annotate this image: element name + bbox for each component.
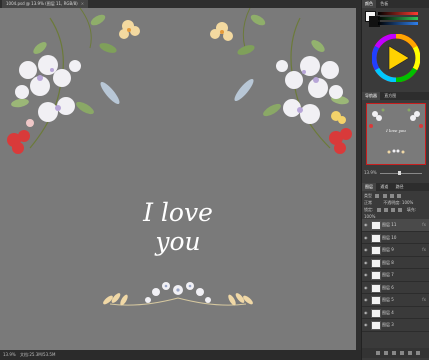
tab-navigator[interactable]: 导航器 [362, 92, 380, 100]
layer-thumbnail [371, 233, 381, 243]
close-tab-icon[interactable]: × [81, 1, 84, 6]
layer-name: 图层 8 [382, 259, 394, 265]
document-tab-bar: 1004.psd @ 13.9% (图层 11, RGB/8) × [0, 0, 361, 8]
layer-row[interactable]: ◉ 图层 3 [362, 319, 429, 332]
visibility-eye-icon[interactable]: ◉ [364, 310, 368, 315]
layer-row[interactable]: ◉ 图层 10 [362, 232, 429, 244]
link-layers-icon[interactable] [376, 351, 380, 355]
navigator-thumb-text: I love you [386, 128, 406, 133]
fill-label: 填充: [406, 207, 417, 212]
tab-channels[interactable]: 通道 [377, 184, 391, 189]
layer-thumbnail [371, 308, 381, 318]
layer-fx-icon[interactable]: fx [422, 297, 426, 302]
navigator-panel-header: 导航器 直方图 [362, 92, 429, 100]
status-doc-size: 文档:25.3M/53.5M [20, 352, 56, 357]
filter-type-icon[interactable] [389, 194, 394, 198]
layer-row[interactable]: ◉ 图层 8 [362, 257, 429, 269]
visibility-eye-icon[interactable]: ◉ [364, 285, 368, 290]
layer-name: 图层 4 [382, 309, 394, 315]
lock-all-icon[interactable] [398, 208, 403, 212]
visibility-eye-icon[interactable]: ◉ [364, 222, 368, 227]
lock-transparent-icon[interactable] [376, 208, 381, 212]
layer-thumbnail [371, 221, 381, 230]
red-slider[interactable] [378, 12, 418, 15]
tab-histogram[interactable]: 直方图 [381, 93, 399, 98]
navigator-zoom-knob[interactable] [398, 171, 401, 175]
layers-blend-row: 正常 不透明度: 100% [364, 199, 428, 206]
layer-name: 图层 3 [382, 322, 394, 327]
tab-layers[interactable]: 图层 [362, 183, 376, 191]
visibility-eye-icon[interactable]: ◉ [364, 272, 368, 277]
layer-row[interactable]: ◉ 图层 6 [362, 282, 429, 294]
navigator-thumbnail-art [369, 108, 423, 154]
layer-thumbnail [371, 296, 381, 305]
add-style-icon[interactable] [384, 351, 388, 355]
document-tab[interactable]: 1004.psd @ 13.9% (图层 11, RGB/8) × [2, 0, 89, 8]
lock-image-icon[interactable] [383, 208, 388, 212]
opacity-label: 不透明度: [383, 200, 401, 205]
color-panel-header: 颜色 色板 [362, 0, 429, 8]
layers-panel-header: 图层 通道 路径 [362, 183, 429, 191]
layer-row[interactable]: ◉ 图层 9 fx [362, 244, 429, 257]
layer-row[interactable]: ◉ 图层 4 [362, 307, 429, 319]
layers-lock-row: 锁定: 填充: 100% [364, 206, 428, 219]
trash-icon[interactable] [416, 351, 420, 355]
filter-adjustment-icon[interactable] [382, 194, 387, 198]
layer-row[interactable]: ◉ 图层 11 fx [362, 219, 429, 232]
layer-thumbnail [371, 246, 381, 255]
canvas-headline: I love you [143, 198, 213, 256]
blend-mode-select[interactable]: 正常 [364, 200, 372, 205]
layer-fx-icon[interactable]: fx [422, 247, 426, 252]
navigator-zoom-slider[interactable] [380, 173, 422, 174]
filter-shape-icon[interactable] [397, 194, 402, 198]
floral-top-right [210, 8, 352, 154]
layer-thumbnail [371, 321, 381, 330]
layer-name: 图层 7 [382, 272, 394, 277]
floral-artwork [7, 8, 352, 306]
visibility-eye-icon[interactable]: ◉ [364, 260, 368, 265]
layer-thumbnail [371, 283, 381, 293]
layer-thumbnail [371, 258, 381, 268]
canvas-area[interactable]: I love you [0, 8, 356, 350]
navigator-preview[interactable]: I love you [366, 103, 426, 165]
navigator-zoom-bar: 13.9% [364, 170, 428, 176]
layer-name: 图层 5 [382, 297, 394, 302]
status-bar: 13.9% 文档:25.3M/53.5M [0, 350, 361, 360]
layer-thumbnail [371, 271, 381, 280]
visibility-eye-icon[interactable]: ◉ [364, 297, 368, 302]
navigator-zoom-value[interactable]: 13.9% [364, 170, 377, 175]
layer-row[interactable]: ◉ 图层 7 [362, 269, 429, 282]
tab-color[interactable]: 颜色 [362, 0, 376, 8]
layers-footer-toolbar [362, 348, 429, 358]
lock-label: 锁定: [364, 207, 374, 212]
status-zoom[interactable]: 13.9% [3, 352, 16, 357]
new-group-icon[interactable] [400, 351, 404, 355]
layer-kind-filter[interactable]: 类型 [364, 193, 372, 198]
new-layer-icon[interactable] [408, 351, 412, 355]
opacity-value[interactable]: 100% [402, 200, 413, 205]
floral-top-left [7, 8, 140, 154]
blue-slider[interactable] [378, 22, 418, 25]
green-slider[interactable] [378, 17, 418, 20]
layer-row[interactable]: ◉ 图层 5 fx [362, 294, 429, 307]
floral-bottom-ornament [103, 282, 253, 306]
right-panel-dock: 颜色 色板 导航器 直方图 I love you 13.9% 图层 通道 路径 … [361, 0, 429, 360]
tab-swatches[interactable]: 色板 [377, 1, 391, 6]
tab-paths[interactable]: 路径 [393, 184, 407, 189]
filter-pixel-icon[interactable] [375, 194, 380, 198]
lock-position-icon[interactable] [391, 208, 396, 212]
document-tab-title: 1004.psd @ 13.9% (图层 11, RGB/8) [6, 1, 78, 6]
add-mask-icon[interactable] [392, 351, 396, 355]
visibility-eye-icon[interactable]: ◉ [364, 235, 368, 240]
layer-name: 图层 10 [382, 234, 397, 240]
layers-filter-row: 类型 [364, 192, 428, 199]
layer-name: 图层 6 [382, 284, 394, 290]
visibility-eye-icon[interactable]: ◉ [364, 247, 368, 252]
layer-fx-icon[interactable]: fx [422, 222, 426, 227]
layers-list: ◉ 图层 11 fx ◉ 图层 10 ◉ 图层 9 fx ◉ 图层 8 ◉ 图层… [362, 219, 429, 332]
layer-name: 图层 9 [382, 247, 394, 252]
color-wheel-icon[interactable] [372, 34, 420, 82]
visibility-eye-icon[interactable]: ◉ [364, 322, 368, 327]
layer-name: 图层 11 [382, 222, 397, 227]
